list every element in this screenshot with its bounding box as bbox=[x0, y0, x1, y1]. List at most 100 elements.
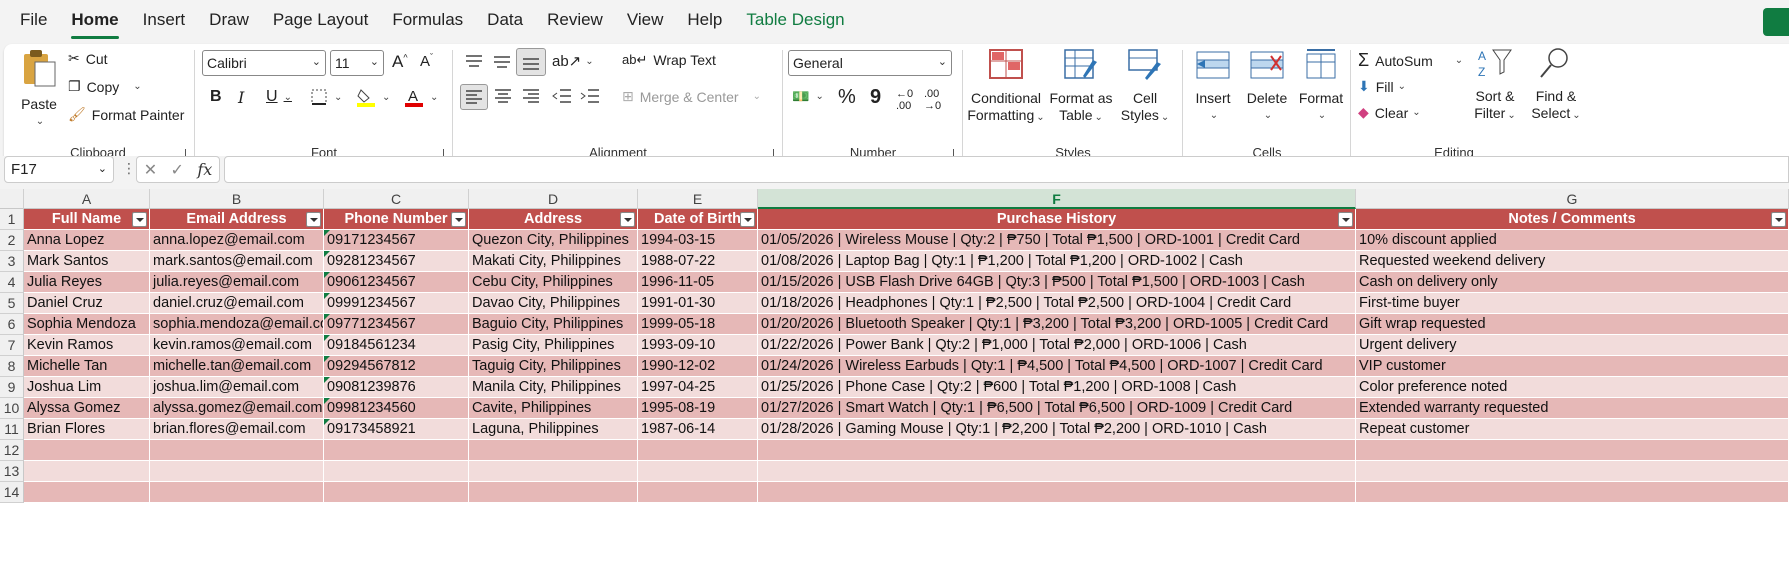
column-header-d[interactable]: D bbox=[469, 189, 638, 209]
empty-cell[interactable] bbox=[24, 461, 150, 482]
table-cell[interactable]: Mark Santos bbox=[24, 251, 150, 272]
fill-button[interactable]: ⬇ Fill ⌄ bbox=[1358, 78, 1406, 95]
table-cell[interactable]: 1991-01-30 bbox=[638, 293, 758, 314]
paste-dropdown-icon[interactable]: ⌄ bbox=[18, 113, 62, 130]
align-top-button[interactable] bbox=[464, 52, 484, 70]
number-format-combo[interactable]: General ⌄ bbox=[788, 50, 952, 76]
insert-function-button[interactable]: fx bbox=[197, 160, 212, 179]
menu-file[interactable]: File bbox=[20, 6, 47, 34]
table-cell[interactable]: 09081239876 bbox=[324, 377, 469, 398]
header-cell[interactable]: Email Address bbox=[150, 209, 324, 230]
italic-button[interactable]: I bbox=[238, 88, 244, 107]
row-header[interactable]: 2 bbox=[0, 230, 24, 251]
menu-page-layout[interactable]: Page Layout bbox=[273, 6, 368, 34]
underline-button[interactable]: U ⌄ bbox=[266, 88, 292, 106]
empty-cell[interactable] bbox=[758, 461, 1356, 482]
name-box[interactable]: F17 ⌄ bbox=[4, 156, 114, 183]
align-right-button[interactable] bbox=[522, 88, 540, 104]
enter-icon[interactable]: ✓ bbox=[171, 160, 184, 180]
borders-button[interactable]: ⌄ bbox=[310, 88, 342, 106]
merge-center-button[interactable]: ⊞ Merge & Center ⌄ bbox=[622, 88, 761, 105]
row-header[interactable]: 9 bbox=[0, 377, 24, 398]
row-header[interactable]: 14 bbox=[0, 482, 24, 503]
empty-cell[interactable] bbox=[469, 482, 638, 503]
menu-draw[interactable]: Draw bbox=[209, 6, 249, 34]
row-header[interactable]: 10 bbox=[0, 398, 24, 419]
table-cell[interactable]: 1996-11-05 bbox=[638, 272, 758, 293]
row-header[interactable]: 11 bbox=[0, 419, 24, 440]
copy-dropdown-icon[interactable]: ⌄ bbox=[133, 81, 141, 92]
percent-style-button[interactable]: % bbox=[838, 86, 856, 109]
table-cell[interactable]: 09771234567 bbox=[324, 314, 469, 335]
table-cell[interactable]: brian.flores@email.com bbox=[150, 419, 324, 440]
row-header[interactable]: 7 bbox=[0, 335, 24, 356]
table-cell[interactable]: 1999-05-18 bbox=[638, 314, 758, 335]
orientation-button[interactable]: ab↗ ⌄ bbox=[552, 52, 594, 70]
table-cell[interactable]: 01/27/2026 | Smart Watch | Qty:1 | ₱6,50… bbox=[758, 398, 1356, 419]
empty-cell[interactable] bbox=[469, 440, 638, 461]
table-cell[interactable]: Julia Reyes bbox=[24, 272, 150, 293]
align-left-button[interactable] bbox=[460, 84, 488, 110]
clear-button[interactable]: ◆ Clear ⌄ bbox=[1358, 104, 1421, 121]
table-cell[interactable]: First-time buyer bbox=[1356, 293, 1789, 314]
table-cell[interactable]: Taguig City, Philippines bbox=[469, 356, 638, 377]
table-cell[interactable]: Cebu City, Philippines bbox=[469, 272, 638, 293]
table-cell[interactable]: daniel.cruz@email.com bbox=[150, 293, 324, 314]
bold-button[interactable]: B bbox=[210, 88, 222, 106]
table-cell[interactable]: sophia.mendoza@email.co bbox=[150, 314, 324, 335]
table-cell[interactable]: 01/05/2026 | Wireless Mouse | Qty:2 | ₱7… bbox=[758, 230, 1356, 251]
font-size-combo[interactable]: 11 ⌄ bbox=[330, 50, 384, 76]
table-cell[interactable]: anna.lopez@email.com bbox=[150, 230, 324, 251]
align-center-button[interactable] bbox=[494, 88, 512, 104]
decrease-decimal-button[interactable]: .00 →0 bbox=[924, 88, 941, 112]
table-cell[interactable]: 1988-07-22 bbox=[638, 251, 758, 272]
filter-dropdown-icon[interactable] bbox=[132, 212, 147, 227]
delete-cells-button[interactable]: Delete ⌄ bbox=[1240, 48, 1294, 124]
conditional-formatting-button[interactable]: Conditional Formatting ⌄ bbox=[966, 48, 1046, 126]
empty-cell[interactable] bbox=[1356, 482, 1789, 503]
table-cell[interactable]: 09184561234 bbox=[324, 335, 469, 356]
row-header[interactable]: 12 bbox=[0, 440, 24, 461]
cancel-icon[interactable]: ✕ bbox=[144, 160, 157, 180]
filter-dropdown-icon[interactable] bbox=[620, 212, 635, 227]
table-cell[interactable]: 09294567812 bbox=[324, 356, 469, 377]
empty-cell[interactable] bbox=[150, 482, 324, 503]
accounting-format-button[interactable]: 💵 ⌄ bbox=[792, 88, 824, 105]
increase-decimal-button[interactable]: ←0.00 bbox=[896, 88, 913, 112]
decrease-indent-button[interactable] bbox=[552, 88, 572, 104]
table-cell[interactable]: 01/24/2026 | Wireless Earbuds | Qty:1 | … bbox=[758, 356, 1356, 377]
table-cell[interactable]: 01/15/2026 | USB Flash Drive 64GB | Qty:… bbox=[758, 272, 1356, 293]
table-cell[interactable]: Urgent delivery bbox=[1356, 335, 1789, 356]
table-cell[interactable]: Daniel Cruz bbox=[24, 293, 150, 314]
formula-input[interactable] bbox=[224, 156, 1789, 183]
filter-dropdown-icon[interactable] bbox=[740, 212, 755, 227]
row-header[interactable]: 6 bbox=[0, 314, 24, 335]
cell-styles-button[interactable]: Cell Styles ⌄ bbox=[1116, 48, 1174, 126]
table-cell[interactable]: 01/20/2026 | Bluetooth Speaker | Qty:1 |… bbox=[758, 314, 1356, 335]
table-cell[interactable]: Quezon City, Philippines bbox=[469, 230, 638, 251]
empty-cell[interactable] bbox=[469, 461, 638, 482]
table-cell[interactable]: Sophia Mendoza bbox=[24, 314, 150, 335]
row-header[interactable]: 13 bbox=[0, 461, 24, 482]
wrap-text-button[interactable]: ab↵ Wrap Text bbox=[622, 52, 716, 68]
empty-cell[interactable] bbox=[638, 482, 758, 503]
table-cell[interactable]: 09991234567 bbox=[324, 293, 469, 314]
header-cell[interactable]: Phone Number bbox=[324, 209, 469, 230]
header-cell[interactable]: Purchase History bbox=[758, 209, 1356, 230]
table-cell[interactable]: Cash on delivery only bbox=[1356, 272, 1789, 293]
column-header-g[interactable]: G bbox=[1356, 189, 1789, 209]
font-name-combo[interactable]: Calibri ⌄ bbox=[202, 50, 326, 76]
header-cell[interactable]: Notes / Comments bbox=[1356, 209, 1789, 230]
table-cell[interactable]: joshua.lim@email.com bbox=[150, 377, 324, 398]
table-cell[interactable]: Requested weekend delivery bbox=[1356, 251, 1789, 272]
format-painter-button[interactable]: 🖌 Format Painter bbox=[68, 106, 184, 123]
filter-dropdown-icon[interactable] bbox=[306, 212, 321, 227]
align-middle-button[interactable] bbox=[492, 52, 512, 70]
empty-cell[interactable] bbox=[150, 440, 324, 461]
copy-button[interactable]: ❐ Copy ⌄ bbox=[68, 78, 142, 95]
table-cell[interactable]: mark.santos@email.com bbox=[150, 251, 324, 272]
decrease-font-size-button[interactable]: Aˇ bbox=[420, 52, 433, 70]
header-cell[interactable]: Address bbox=[469, 209, 638, 230]
paste-button[interactable]: Paste ⌄ bbox=[16, 48, 62, 130]
menu-insert[interactable]: Insert bbox=[143, 6, 186, 34]
